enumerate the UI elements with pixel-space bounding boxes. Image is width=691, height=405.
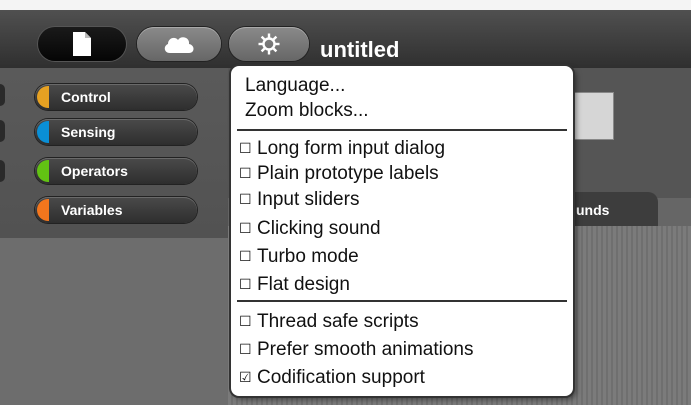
cloud-menu-button[interactable] [137,27,221,61]
menu-item-label: Zoom blocks... [245,100,369,121]
project-title: untitled [320,37,400,62]
window-top-strip [0,0,691,10]
menu-item-clicking-sound[interactable]: ☐ Clicking sound [231,216,573,240]
menu-separator [237,129,567,131]
categories-panel: Control Sensing Operators Variables [0,68,228,405]
menu-item-prefer-smooth-animations[interactable]: ☐ Prefer smooth animations [231,337,573,361]
checkbox-icon: ☐ [239,165,252,181]
category-color-swatch [37,121,49,143]
menu-item-codification-support[interactable]: ☑ Codification support [231,365,573,389]
panel-edge-knob [0,84,5,106]
menu-item-plain-prototype-labels[interactable]: ☐ Plain prototype labels [231,161,573,185]
category-operators[interactable]: Operators [35,158,197,184]
menu-item-label: Long form input dialog [257,138,446,159]
category-variables[interactable]: Variables [35,197,197,223]
settings-menu-button[interactable] [229,27,309,61]
palette-area[interactable] [0,238,228,405]
checkbox-icon: ☐ [239,220,252,236]
menu-item-label: Input sliders [257,189,360,210]
checkbox-icon: ☐ [239,191,252,207]
category-color-swatch [37,160,49,182]
checkbox-icon: ☐ [239,313,252,329]
category-label: Control [61,89,111,105]
snap-editor: untitled Control Sensing Operators Varia… [0,0,691,405]
category-control[interactable]: Control [35,84,197,110]
checkbox-icon: ☐ [239,248,252,264]
tab-sounds-label: unds [576,202,610,218]
menu-item-flat-design[interactable]: ☐ Flat design [231,272,573,296]
menu-item-zoom-blocks[interactable]: Zoom blocks... [231,99,573,123]
menu-item-label: Prefer smooth animations [257,339,474,360]
top-bar: untitled [0,10,691,68]
category-label: Variables [61,202,123,218]
checkbox-icon: ☐ [239,341,252,357]
category-sensing[interactable]: Sensing [35,119,197,145]
menu-item-long-form-input-dialog[interactable]: ☐ Long form input dialog [231,136,573,160]
tab-sounds[interactable]: unds [558,192,658,226]
sprite-thumbnail[interactable] [574,92,614,140]
menu-item-language[interactable]: Language... [231,74,573,98]
checkbox-icon: ☐ [239,276,252,292]
menu-item-thread-safe-scripts[interactable]: ☐ Thread safe scripts [231,309,573,333]
panel-edge-knob [0,160,5,182]
menu-item-label: Turbo mode [257,246,359,267]
menu-item-label: Flat design [257,274,350,295]
menu-item-label: Codification support [257,367,425,388]
panel-edge-knob [0,120,5,142]
file-menu-button[interactable] [38,27,126,61]
category-color-swatch [37,199,49,221]
menu-item-label: Clicking sound [257,218,381,239]
menu-separator [237,300,567,302]
menu-item-label: Thread safe scripts [257,311,419,332]
category-label: Sensing [61,124,116,140]
category-label: Operators [61,163,128,179]
settings-dropdown-menu: Language... Zoom blocks... ☐ Long form in… [231,66,573,396]
menu-item-turbo-mode[interactable]: ☐ Turbo mode [231,244,573,268]
menu-item-input-sliders[interactable]: ☐ Input sliders [231,187,573,211]
checkbox-icon: ☐ [239,140,252,156]
menu-item-label: Language... [245,75,346,96]
checkbox-checked-icon: ☑ [239,369,252,385]
menu-item-label: Plain prototype labels [257,163,439,184]
category-color-swatch [37,86,49,108]
